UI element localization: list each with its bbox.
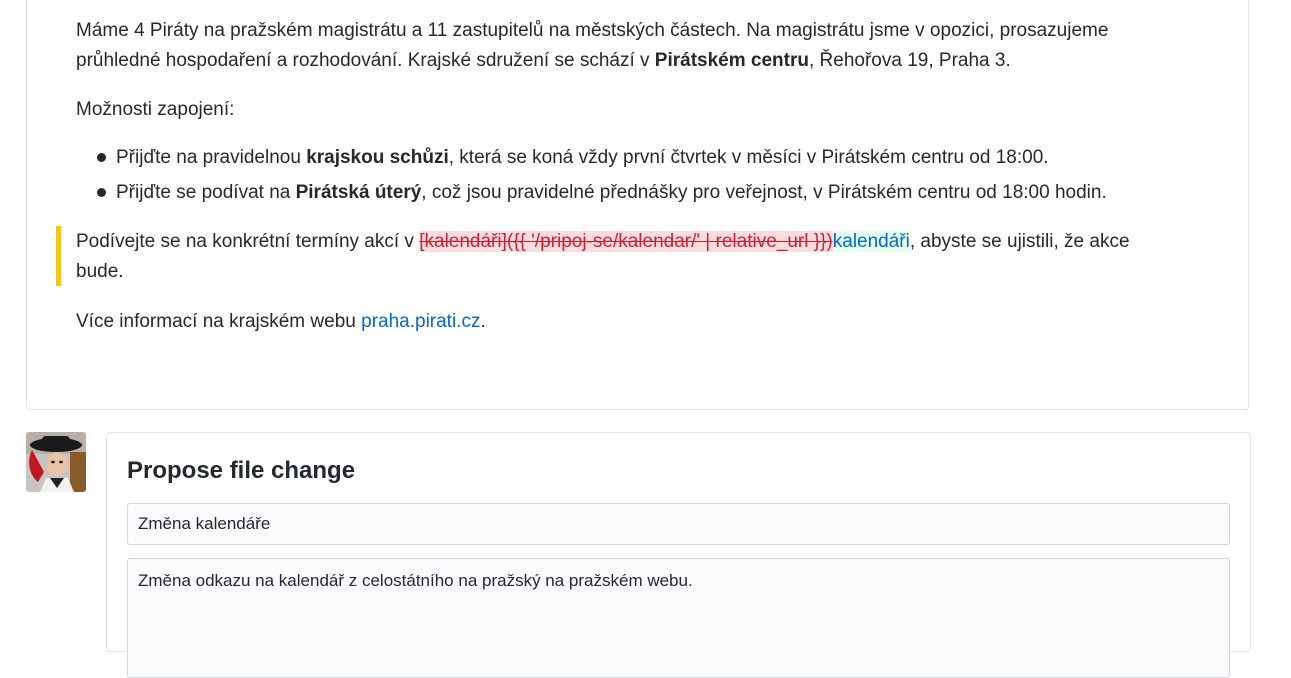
list-text: , což jsou pravidelné přednášky pro veře… bbox=[421, 182, 1107, 203]
paragraph-more-info: Více informací na krajském webu praha.pi… bbox=[76, 307, 486, 337]
paragraph-moznosti: Možnosti zapojení: bbox=[76, 99, 235, 120]
paragraph-text: Podívejte se na konkrétní termíny akcí v bbox=[76, 231, 420, 252]
bullet-icon bbox=[97, 153, 106, 162]
propose-file-change-panel: Propose file change Změna odkazu na kale… bbox=[106, 432, 1251, 678]
bullet-icon bbox=[97, 188, 106, 197]
paragraph-text: . bbox=[480, 311, 486, 332]
list-text: Přijďte se podívat na bbox=[116, 182, 296, 203]
paragraph-magistrat: Máme 4 Piráty na pražském magistrátu a 1… bbox=[76, 16, 1166, 76]
list-item: Přijďte na pravidelnou krajskou schůzi, … bbox=[76, 145, 1107, 180]
deleted-text: [kalendáři]({{ '/pripoj-se/kalendar/' | … bbox=[419, 231, 833, 252]
calendar-link-inserted[interactable]: kalendáři bbox=[832, 231, 910, 252]
list-item: Přijďte se podívat na Pirátská úterý, co… bbox=[76, 180, 1107, 215]
bold-text: Pirátská úterý bbox=[295, 182, 422, 203]
avatar[interactable] bbox=[26, 432, 86, 492]
changed-block-marker bbox=[56, 226, 61, 286]
propose-title: Propose file change bbox=[127, 457, 356, 484]
paragraph-text: , Řehořova 19, Praha 3. bbox=[808, 50, 1011, 71]
list-text: Přijďte na pravidelnou bbox=[116, 147, 307, 168]
avatar-image-icon bbox=[26, 432, 86, 492]
bold-text: Pirátském centru bbox=[654, 50, 809, 71]
involvement-list: Přijďte na pravidelnou krajskou schůzi, … bbox=[76, 145, 1107, 215]
bold-text: krajskou schůzi bbox=[306, 147, 449, 168]
paragraph-kalendar-changed: Podívejte se na konkrétní termíny akcí v… bbox=[76, 227, 1166, 287]
paragraph-text: Více informací na krajském webu bbox=[76, 311, 362, 332]
list-text: , která se koná vždy první čtvrtek v měs… bbox=[448, 147, 1049, 168]
praha-pirati-link[interactable]: praha.pirati.cz bbox=[361, 311, 480, 332]
commit-description-field[interactable]: Změna odkazu na kalendář z celostátního … bbox=[127, 558, 1230, 678]
commit-title-input[interactable] bbox=[127, 503, 1230, 545]
